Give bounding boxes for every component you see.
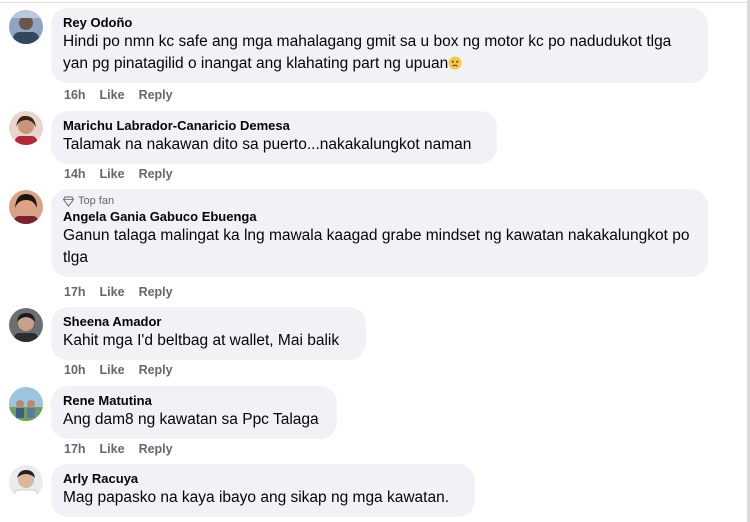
comment-time[interactable]: 16h bbox=[64, 88, 86, 102]
avatar[interactable] bbox=[9, 387, 43, 421]
like-button[interactable]: Like bbox=[100, 285, 125, 299]
avatar[interactable] bbox=[9, 308, 43, 342]
comment-text: Mag papasko na kaya ibayo ang sikap ng m… bbox=[63, 489, 450, 506]
comment-actions: 16h Like Reply bbox=[64, 88, 173, 102]
reply-button[interactable]: Reply bbox=[139, 442, 173, 456]
comment-text: Hindi po nmn kc safe ang mga mahalagang … bbox=[63, 33, 672, 72]
comment-text: Ganun talaga malingat ka lng mawala kaag… bbox=[63, 227, 690, 266]
reply-button[interactable]: Reply bbox=[139, 285, 173, 299]
comment-actions: 17h Like Reply bbox=[64, 442, 173, 456]
avatar[interactable] bbox=[9, 111, 43, 145]
comment-actions: 10h Like Reply bbox=[64, 363, 173, 377]
comment-author[interactable]: Rene Matutina bbox=[63, 392, 325, 409]
comment-author[interactable]: Angela Gania Gabuco Ebuenga bbox=[63, 208, 696, 225]
like-button[interactable]: Like bbox=[100, 363, 125, 377]
like-button[interactable]: Like bbox=[100, 442, 125, 456]
comment-actions: 17h Like Reply bbox=[64, 285, 173, 299]
comment-bubble: Top fan Angela Gania Gabuco Ebuenga Ganu… bbox=[51, 189, 708, 277]
comment-bubble: Sheena Amador Kahit mga I'd beltbag at w… bbox=[51, 307, 366, 360]
reply-button[interactable]: Reply bbox=[139, 88, 173, 102]
reply-button[interactable]: Reply bbox=[139, 363, 173, 377]
comment-bubble: Arly Racuya Mag papasko na kaya ibayo an… bbox=[51, 464, 475, 517]
top-divider bbox=[0, 2, 750, 3]
comment-text: Kahit mga I'd beltbag at wallet, Mai bal… bbox=[63, 332, 340, 349]
comment-actions: 14h Like Reply bbox=[64, 167, 173, 181]
comment-time[interactable]: 17h bbox=[64, 442, 86, 456]
comment-bubble: Rene Matutina Ang dam8 ng kawatan sa Ppc… bbox=[51, 386, 337, 439]
top-fan-badge: Top fan bbox=[63, 195, 696, 208]
sad-face-emoji-icon bbox=[448, 56, 462, 70]
avatar[interactable] bbox=[9, 190, 43, 224]
like-button[interactable]: Like bbox=[100, 167, 125, 181]
avatar[interactable] bbox=[9, 465, 43, 499]
comment-bubble: Rey Odoño Hindi po nmn kc safe ang mga m… bbox=[51, 8, 708, 83]
like-button[interactable]: Like bbox=[100, 88, 125, 102]
comment-text: Talamak na nakawan dito sa puerto...naka… bbox=[63, 136, 472, 153]
comment-time[interactable]: 10h bbox=[64, 363, 86, 377]
comment-author[interactable]: Marichu Labrador-Canaricio Demesa bbox=[63, 117, 485, 134]
comment-author[interactable]: Arly Racuya bbox=[63, 470, 463, 487]
comment-author[interactable]: Sheena Amador bbox=[63, 313, 354, 330]
avatar[interactable] bbox=[9, 10, 43, 44]
comment-author[interactable]: Rey Odoño bbox=[63, 14, 696, 31]
comment-time[interactable]: 17h bbox=[64, 285, 86, 299]
diamond-icon bbox=[63, 196, 74, 207]
reply-button[interactable]: Reply bbox=[139, 167, 173, 181]
comment-bubble: Marichu Labrador-Canaricio Demesa Talama… bbox=[51, 111, 497, 164]
comment-text: Ang dam8 ng kawatan sa Ppc Talaga bbox=[63, 411, 319, 428]
comment-time[interactable]: 14h bbox=[64, 167, 86, 181]
